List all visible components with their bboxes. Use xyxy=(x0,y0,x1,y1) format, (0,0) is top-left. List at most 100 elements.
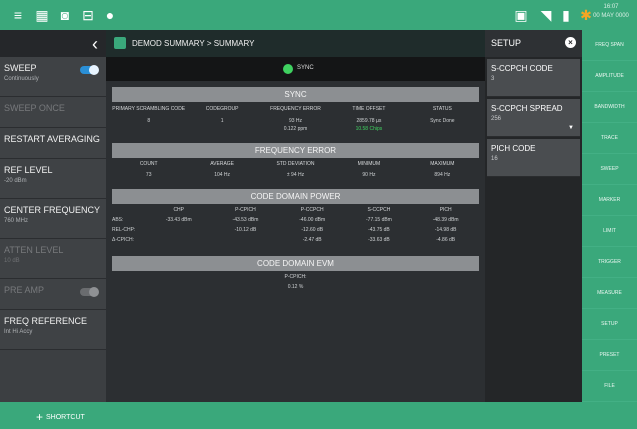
menu-trace[interactable]: TRACE xyxy=(582,123,637,154)
chevron-left-icon[interactable]: ‹ xyxy=(92,34,98,55)
evm-label: P-CPICH: xyxy=(284,274,307,280)
pich-code-label: PICH CODE xyxy=(491,144,536,153)
center-frequency-label: CENTER FREQUENCY xyxy=(4,205,101,215)
restart-averaging-item[interactable]: RESTART AVERAGING xyxy=(0,128,106,159)
sweep-toggle[interactable] xyxy=(80,65,99,75)
pre-amp-toggle[interactable] xyxy=(80,287,99,297)
setup-header: SETUP × xyxy=(485,30,582,57)
s-ccpch-code-value: 3 xyxy=(491,76,495,82)
right-menu: FREQ SPAN AMPLITUDE BANDWIDTH TRACE SWEE… xyxy=(582,30,637,429)
menu-setup[interactable]: SETUP xyxy=(582,309,637,340)
cdp-cell: -33.43 dBm xyxy=(165,217,192,223)
cdp-cell: -46.00 dBm xyxy=(299,217,326,223)
summary-panel: SYNC SYNC PRIMARY SCRAMBLING CODE CODEGR… xyxy=(106,57,485,402)
cdp-header xyxy=(112,206,145,214)
menu-freq-span[interactable]: FREQ SPAN xyxy=(582,30,637,61)
sync-value2: 0.122 ppm xyxy=(283,126,308,132)
datetime: 16:07 00 MAY 0000 xyxy=(593,4,629,19)
s-ccpch-code-item[interactable]: S-CCPCH CODE 3 xyxy=(487,59,580,97)
demod-icon xyxy=(114,37,126,49)
plus-icon: + xyxy=(36,410,44,424)
cdp-cell: -48.39 dBm xyxy=(432,217,459,223)
cdp-header: P-CPICH xyxy=(235,207,256,213)
cdp-cell xyxy=(145,236,212,244)
setup-panel: SETUP × S-CCPCH CODE 3 S-CCPCH SPREAD 25… xyxy=(485,30,582,402)
menu-trigger[interactable]: TRIGGER xyxy=(582,247,637,278)
sweep-once-label: SWEEP ONCE xyxy=(4,103,65,113)
cdp-cell: -77.15 dBm xyxy=(366,217,392,223)
screen-icon[interactable]: ▣ xyxy=(513,7,529,23)
code-domain-evm-table: P-CPICH: 0.12 % xyxy=(112,273,479,291)
cdp-cell: -14.98 dB xyxy=(434,227,457,233)
freq-error-header: MAXIMUM xyxy=(430,161,455,167)
dropdown-caret-icon: ▼ xyxy=(568,125,574,131)
close-icon[interactable]: × xyxy=(565,37,576,48)
freq-error-value: 73 xyxy=(145,172,152,178)
menu-measure[interactable]: MEASURE xyxy=(582,278,637,309)
cdp-cell: -10.12 dB xyxy=(234,227,257,233)
save-icon[interactable]: ⊟ xyxy=(80,7,96,23)
freq-error-value: 894 Hz xyxy=(434,172,451,178)
cdp-cell xyxy=(212,236,279,244)
pre-amp-item[interactable]: PRE AMP xyxy=(0,279,106,310)
sync-value: 2859.78 µs xyxy=(356,118,382,124)
left-panel: ‹ SWEEP Continuously SWEEP ONCE RESTART … xyxy=(0,30,106,402)
sync-header: STATUS xyxy=(432,106,452,112)
menu-file[interactable]: FILE xyxy=(582,371,637,402)
sync-value: 1 xyxy=(220,118,224,124)
cdp-header: CHP xyxy=(173,207,184,213)
marker-icon[interactable]: ● xyxy=(102,7,118,23)
freq-reference-item[interactable]: FREQ REFERENCE Int Hi Accy xyxy=(0,310,106,350)
atten-level-item[interactable]: ATTEN LEVEL 10 dB xyxy=(0,239,106,279)
grid-icon[interactable]: ▦ xyxy=(34,7,50,23)
sync-value: 93 Hz xyxy=(288,118,303,124)
freq-error-table: COUNT AVERAGE STD DEVIATION MINIMUM MAXI… xyxy=(112,160,479,179)
sync-value2 xyxy=(406,125,479,133)
ref-level-item[interactable]: REF LEVEL -20 dBm xyxy=(0,159,106,199)
sync-status-text: SYNC xyxy=(297,65,314,71)
pich-code-value: 16 xyxy=(491,156,498,162)
sync-status-dot xyxy=(283,64,293,74)
evm-value: 0.12 % xyxy=(287,284,304,290)
sweep-value: Continuously xyxy=(4,76,39,82)
freq-error-header: STD DEVIATION xyxy=(276,161,315,167)
atten-level-label: ATTEN LEVEL xyxy=(4,245,64,255)
sync-indicator: SYNC xyxy=(106,57,485,81)
s-ccpch-code-label: S-CCPCH CODE xyxy=(491,64,553,73)
ref-level-value: -20 dBm xyxy=(4,178,27,184)
sync-value2: 10.58 Chips xyxy=(355,126,383,132)
camera-icon[interactable]: ◙ xyxy=(57,7,73,23)
menu-preset[interactable]: PRESET xyxy=(582,340,637,371)
cdp-row-label: REL-CHP: xyxy=(112,227,136,233)
code-domain-evm-title: CODE DOMAIN EVM xyxy=(112,256,479,271)
center-frequency-item[interactable]: CENTER FREQUENCY 760 MHz xyxy=(0,199,106,239)
cdp-header: PICH xyxy=(439,207,452,213)
left-panel-header: ‹ xyxy=(0,30,106,57)
menu-amplitude[interactable]: AMPLITUDE xyxy=(582,61,637,92)
restart-averaging-label: RESTART AVERAGING xyxy=(4,134,100,144)
cdp-cell: -43.75 dB xyxy=(368,227,390,233)
sweep-once-item[interactable]: SWEEP ONCE xyxy=(0,97,106,128)
sync-header: CODEGROUP xyxy=(205,106,239,112)
cdp-row-label: Δ-CPICH: xyxy=(112,237,134,243)
menu-bandwidth[interactable]: BANDWIDTH xyxy=(582,92,637,123)
code-domain-power-table: CHP P-CPICH P-CCPCH S-CCPCH PICH ABS: -3… xyxy=(112,206,479,244)
breadcrumb[interactable]: DEMOD SUMMARY > SUMMARY xyxy=(132,39,254,48)
cdp-cell xyxy=(145,226,212,234)
s-ccpch-spread-item[interactable]: S-CCPCH SPREAD 256 ▼ xyxy=(487,99,580,137)
sync-value: 8 xyxy=(147,118,151,124)
menu-icon[interactable]: ≡ xyxy=(10,7,26,23)
freq-reference-value: Int Hi Accy xyxy=(4,329,33,335)
bottom-bar: + SHORTCUT xyxy=(0,402,582,429)
sync-value2 xyxy=(185,125,258,133)
wifi-icon: ◥ xyxy=(540,7,552,23)
sync-header: PRIMARY SCRAMBLING CODE xyxy=(112,106,186,112)
menu-marker[interactable]: MARKER xyxy=(582,185,637,216)
sweep-item[interactable]: SWEEP Continuously xyxy=(0,57,106,97)
pich-code-item[interactable]: PICH CODE 16 xyxy=(487,139,580,177)
menu-sweep[interactable]: SWEEP xyxy=(582,154,637,185)
sync-header: FREQUENCY ERROR xyxy=(270,106,321,112)
shortcut-button[interactable]: + SHORTCUT xyxy=(36,410,85,424)
battery-icon: ▮ xyxy=(562,7,570,23)
menu-limit[interactable]: LIMIT xyxy=(582,216,637,247)
